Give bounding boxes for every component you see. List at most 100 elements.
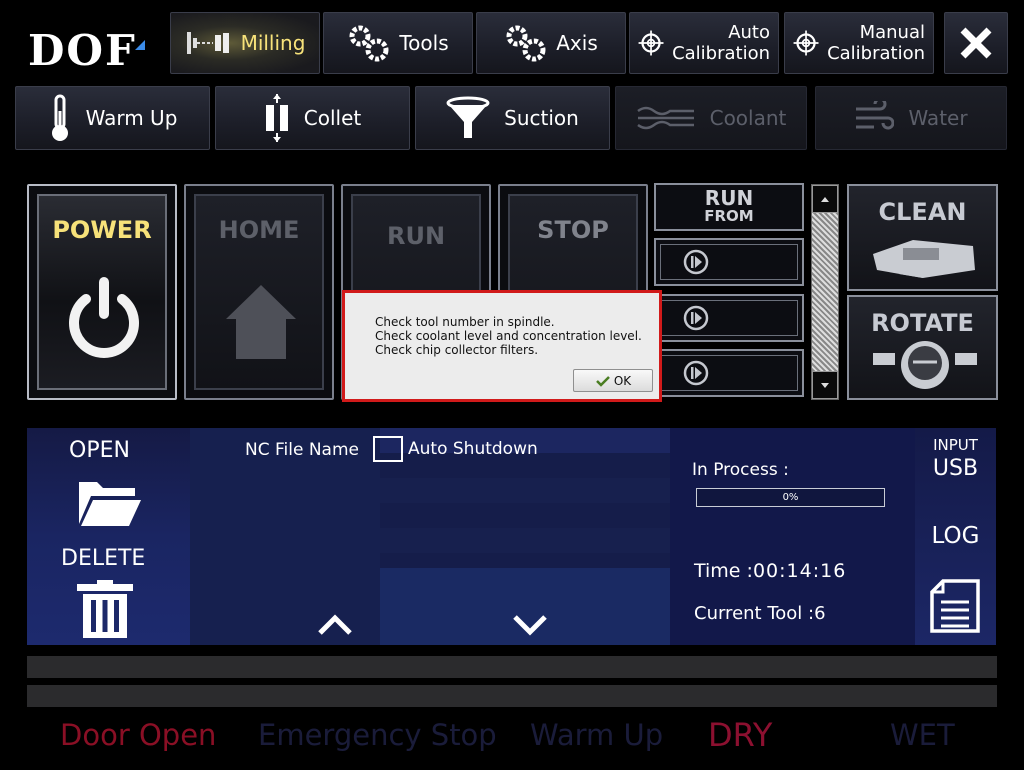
auto-cal-label-2: Calibration: [672, 43, 770, 64]
logo-text: DOF: [28, 26, 137, 75]
auto-shutdown-checkbox[interactable]: [373, 436, 403, 462]
ok-label: OK: [613, 373, 632, 388]
status-warm-up: Warm Up: [530, 718, 664, 752]
milling-tool-icon: [186, 32, 229, 54]
run-from-item-1[interactable]: [654, 238, 804, 286]
file-actions-panel: OPEN DELETE: [27, 428, 190, 645]
stop-label: STOP: [537, 216, 609, 244]
scroll-down-button[interactable]: [812, 371, 838, 399]
gears-icon: [506, 25, 546, 62]
dialog-line-1: Check tool number in spindle.: [375, 315, 555, 329]
scroll-up-button[interactable]: [812, 185, 838, 213]
open-button[interactable]: OPEN: [27, 428, 190, 533]
time-row: Time :00:14:16: [694, 560, 846, 582]
thermometer-icon: [51, 94, 68, 141]
tools-label: Tools: [399, 31, 449, 55]
delete-button[interactable]: DELETE: [27, 538, 190, 643]
manual-calibration-button[interactable]: Manual Calibration: [784, 12, 934, 74]
suction-button[interactable]: Suction: [415, 86, 610, 150]
suction-label: Suction: [504, 106, 579, 130]
progress-text: 0%: [782, 492, 799, 503]
status-strip-2: [27, 685, 997, 707]
delete-label: DELETE: [61, 546, 146, 571]
input-label: INPUT: [933, 436, 978, 454]
play-circle-icon: [683, 249, 709, 275]
log-button[interactable]: LOG: [915, 523, 996, 563]
milling-label: Milling: [240, 31, 306, 55]
in-process-label: In Process :: [692, 460, 789, 480]
status-strip-1: [27, 656, 997, 678]
time-value: 00:14:16: [752, 560, 847, 582]
rotate-fixture-icon: [873, 341, 977, 389]
current-tool-label: Current Tool :: [694, 603, 815, 624]
current-tool-row: Current Tool :6: [694, 603, 826, 624]
collet-icon: [265, 94, 288, 142]
manual-cal-label-2: Calibration: [827, 43, 925, 64]
funnel-icon: [446, 96, 490, 138]
usb-button[interactable]: INPUT USB: [915, 428, 996, 488]
water-button[interactable]: Water: [815, 86, 1007, 150]
power-label: POWER: [52, 216, 152, 244]
rotate-button[interactable]: ROTATE: [847, 295, 998, 400]
run-from-scrollbar[interactable]: [811, 184, 839, 400]
nc-file-name-header: NC File Name: [245, 440, 359, 460]
ok-button[interactable]: OK: [573, 369, 653, 392]
coolant-label: Coolant: [709, 106, 787, 130]
manual-cal-label-1: Manual: [859, 22, 925, 43]
auto-cal-label-1: Auto: [728, 22, 770, 43]
milling-button[interactable]: Milling: [170, 12, 320, 74]
gears-icon: [349, 25, 389, 62]
input-log-panel: INPUT USB LOG: [915, 428, 996, 645]
clean-label: CLEAN: [878, 198, 967, 226]
clean-button[interactable]: CLEAN: [847, 184, 998, 291]
close-button[interactable]: [944, 12, 1008, 74]
coolant-button[interactable]: Coolant: [615, 86, 807, 150]
power-button[interactable]: POWER: [27, 184, 177, 400]
axis-button[interactable]: Axis: [476, 12, 626, 74]
run-from-item-3[interactable]: [654, 349, 804, 397]
home-label: HOME: [218, 216, 300, 244]
logo-accent-icon: [135, 40, 145, 50]
run-label: RUN: [386, 222, 446, 250]
dialog-message: Check tool number in spindle. Check cool…: [375, 315, 642, 357]
run-from-button[interactable]: RUN FROM: [654, 183, 804, 231]
water-label: Water: [908, 106, 968, 130]
dialog-line-2: Check coolant level and concentration le…: [375, 329, 642, 343]
chevron-up-icon[interactable]: [317, 614, 353, 636]
home-icon: [226, 285, 296, 359]
status-dry: DRY: [708, 716, 773, 754]
usb-label: USB: [932, 456, 979, 481]
power-icon: [69, 277, 139, 358]
tools-button[interactable]: Tools: [323, 12, 473, 74]
crosshair-icon: [638, 30, 664, 56]
close-icon: [960, 27, 992, 59]
rotate-label: ROTATE: [871, 309, 974, 337]
run-from-label-2: FROM: [704, 207, 754, 225]
check-arrow-icon: [595, 375, 610, 387]
collet-button[interactable]: Collet: [215, 86, 410, 150]
time-label: Time :: [694, 560, 753, 582]
run-from-item-2[interactable]: [654, 294, 804, 342]
axis-label: Axis: [556, 31, 598, 55]
collet-label: Collet: [303, 106, 362, 130]
chevron-down-icon[interactable]: [512, 614, 548, 636]
nc-file-list: NC File Name Auto Shutdown: [190, 428, 860, 645]
clean-machine-icon: [873, 240, 975, 278]
document-icon[interactable]: [929, 578, 981, 634]
status-wet: WET: [890, 718, 955, 752]
home-button[interactable]: HOME: [184, 184, 334, 400]
auto-calibration-button[interactable]: Auto Calibration: [629, 12, 779, 74]
open-label: OPEN: [69, 438, 130, 463]
triangle-up-icon: [821, 196, 829, 202]
current-tool-value: 6: [814, 603, 826, 624]
progress-bar: 0%: [696, 488, 885, 507]
trash-icon: [77, 580, 133, 638]
crosshair-icon: [793, 30, 819, 56]
water-wind-icon: [856, 101, 895, 130]
process-panel: In Process : 0% Time :00:14:16 Current T…: [670, 428, 915, 645]
play-circle-icon: [683, 305, 709, 331]
triangle-down-icon: [821, 382, 829, 388]
warm-up-button[interactable]: Warm Up: [15, 86, 210, 150]
auto-shutdown-label: Auto Shutdown: [408, 439, 538, 459]
alert-dialog: Check tool number in spindle. Check cool…: [342, 290, 662, 402]
